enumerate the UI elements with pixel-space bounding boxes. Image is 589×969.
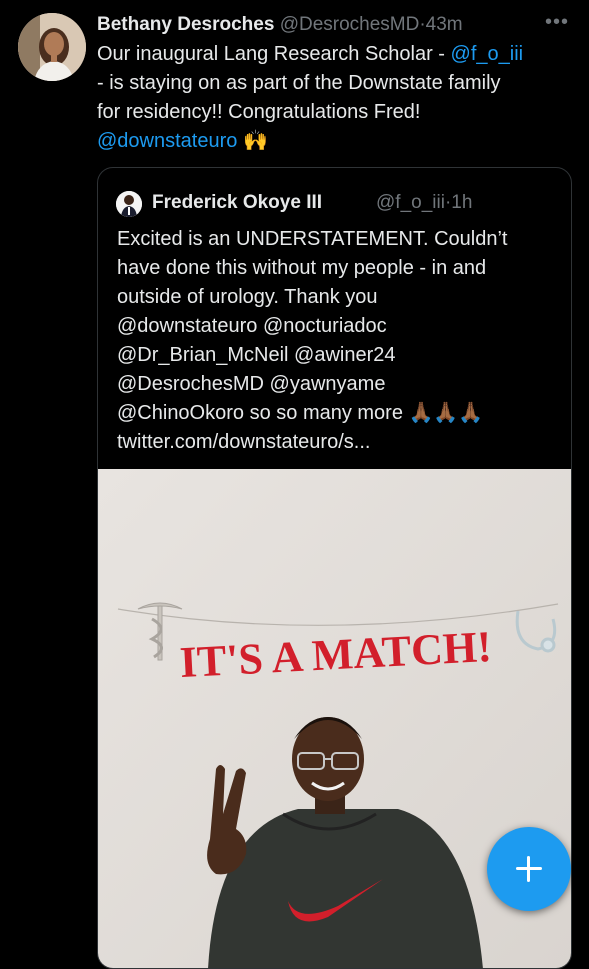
quoted-line: outside of urology. Thank you bbox=[117, 286, 378, 308]
tweet-text-segment: Our inaugural Lang Research Scholar - bbox=[97, 43, 451, 65]
more-options-icon[interactable]: ••• bbox=[545, 9, 569, 35]
tweet-line-4: @downstateuro 🙌 bbox=[97, 127, 575, 156]
quoted-line: @downstateuro @nocturiadoc bbox=[117, 315, 387, 337]
mention-link[interactable]: @downstateuro bbox=[97, 130, 237, 152]
quoted-author-avatar[interactable] bbox=[116, 191, 142, 217]
mention-link[interactable]: @f_o_iii bbox=[451, 43, 524, 65]
tweet-line-2: - is staying on as part of the Downstate… bbox=[97, 72, 501, 94]
tweet-line-3: for residency!! Congratulations Fred! bbox=[97, 101, 421, 123]
compose-tweet-button[interactable] bbox=[487, 827, 571, 911]
quoted-line: @ChinoOkoro so so many more 🙏🏾🙏🏾🙏🏾 bbox=[117, 402, 484, 424]
author-handle[interactable]: @DesrochesMD bbox=[280, 14, 420, 35]
tweet-text: Our inaugural Lang Research Scholar - @f… bbox=[97, 40, 575, 156]
tweet-line-1: Our inaugural Lang Research Scholar - @f… bbox=[97, 40, 575, 69]
author-name[interactable]: Bethany Desroches bbox=[97, 14, 274, 35]
quoted-line: have done this without my people - in an… bbox=[117, 257, 487, 279]
quoted-avatar-image bbox=[116, 191, 142, 217]
quoted-tweet-time[interactable]: 1h bbox=[451, 192, 472, 213]
author-avatar[interactable] bbox=[18, 13, 86, 81]
quoted-author-name[interactable]: Frederick Okoye III bbox=[152, 190, 322, 216]
quoted-line-link[interactable]: twitter.com/downstateuro/s... bbox=[117, 428, 562, 457]
quoted-author-meta: @f_o_iii·1h bbox=[376, 190, 472, 216]
tweet-header: Bethany Desroches @DesrochesMD·43m ••• bbox=[97, 9, 569, 38]
quoted-tweet-text: Excited is an UNDERSTATEMENT. Couldn’t h… bbox=[117, 225, 562, 457]
quoted-line: Excited is an UNDERSTATEMENT. Couldn’t bbox=[117, 228, 508, 250]
author-avatar-image bbox=[18, 13, 86, 81]
raised-hands-emoji: 🙌 bbox=[242, 130, 268, 152]
quoted-author-handle[interactable]: @f_o_iii bbox=[376, 192, 445, 213]
quoted-line: @Dr_Brian_McNeil @awiner24 bbox=[117, 344, 396, 366]
quoted-line: @DesrochesMD @yawnyame bbox=[117, 373, 386, 395]
tweet-time[interactable]: 43m bbox=[426, 14, 463, 35]
